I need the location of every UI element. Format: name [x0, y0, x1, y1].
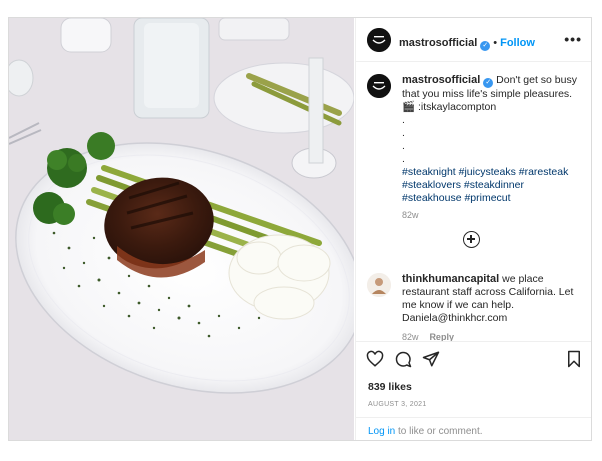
instagram-post: mastrosofficial ✓ • Follow ••• mastrosoffic… — [8, 17, 592, 441]
avatar[interactable] — [367, 28, 391, 52]
load-more-comments-icon[interactable] — [463, 231, 480, 248]
clapper-icon: 🎬 — [402, 101, 416, 113]
separator-dot: • — [493, 37, 498, 49]
bookmark-save-icon[interactable] — [566, 350, 582, 373]
post-author-username[interactable]: mastrosofficial — [399, 37, 477, 49]
more-options-icon[interactable]: ••• — [564, 31, 582, 47]
post-actions: 839 likes AUGUST 3, 2021 Log in to like … — [356, 341, 591, 440]
post-caption: mastrosofficial ✓ Don't get so busy that … — [402, 74, 582, 222]
login-prompt-text: to like or comment. — [398, 426, 483, 437]
post-date: AUGUST 3, 2021 — [368, 401, 427, 408]
share-paper-plane-icon[interactable] — [422, 350, 440, 373]
caption-dot: . — [402, 114, 405, 126]
verified-badge-icon: ✓ — [480, 41, 491, 51]
caption-age: 82w — [402, 210, 419, 220]
steak-dinner-photo — [9, 18, 354, 440]
caption-dot: . — [402, 153, 405, 165]
verified-badge-icon: ✓ — [483, 78, 494, 88]
login-prompt: Log in to like or comment. — [356, 417, 591, 440]
hashtag-line[interactable]: #steakhouse #primecut — [402, 192, 582, 205]
caption-credit: :itskaylacompton — [418, 101, 497, 113]
follow-button[interactable]: Follow — [500, 37, 535, 49]
like-heart-icon[interactable] — [366, 350, 384, 373]
login-link[interactable]: Log in — [368, 426, 395, 437]
comment-bubble-icon[interactable] — [394, 350, 412, 373]
post-sidebar: mastrosofficial ✓ • Follow ••• mastrosoffic… — [355, 18, 591, 440]
caption-avatar[interactable] — [367, 74, 391, 98]
post-header: mastrosofficial ✓ • Follow ••• — [356, 18, 591, 62]
hashtag-line[interactable]: #steaklovers #steakdinner — [402, 179, 582, 192]
post-photo[interactable] — [9, 18, 354, 440]
comment-item: thinkhumancapital we place restaurant st… — [402, 273, 584, 344]
person-avatar-icon — [367, 273, 391, 297]
caption-dot: . — [402, 140, 405, 152]
mastros-logo-icon — [367, 28, 391, 52]
hashtag-line[interactable]: #steaknight #juicysteaks #raresteak — [402, 166, 582, 179]
caption-username[interactable]: mastrosofficial — [402, 74, 480, 86]
commenter-avatar[interactable] — [367, 273, 391, 297]
comment-username[interactable]: thinkhumancapital — [402, 273, 499, 285]
caption-dot: . — [402, 127, 405, 139]
mastros-logo-icon — [367, 74, 391, 98]
likes-count[interactable]: 839 likes — [368, 381, 412, 393]
